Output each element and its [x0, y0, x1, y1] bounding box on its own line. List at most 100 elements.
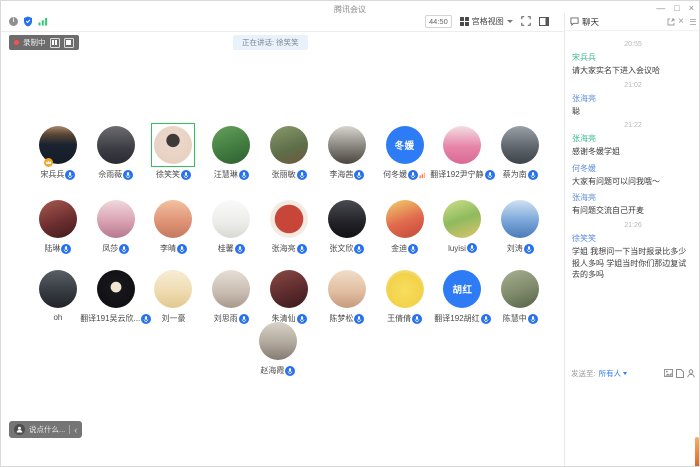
send-to-label: 发送至:	[571, 368, 596, 379]
fullscreen-icon[interactable]	[521, 16, 531, 26]
participant-tile[interactable]: 冬媛何冬媛	[376, 123, 434, 180]
chat-message-text: 有问题交流自己开麦	[572, 205, 694, 217]
mic-icon	[123, 170, 133, 180]
avatar-frame	[383, 267, 427, 311]
participant-tile[interactable]: 陈梦松	[318, 267, 376, 324]
participant-tile[interactable]: luyisi	[434, 197, 492, 254]
chat-message: 徐笑笑学姐 我想问一下当时报录比多少 报人多吗 学姐当时你们那边复试去的多吗	[572, 233, 694, 281]
participant-avatar	[97, 270, 135, 308]
participant-tile[interactable]: 凤莎	[87, 197, 145, 254]
chat-input-area[interactable]	[565, 382, 700, 467]
avatar-frame	[36, 197, 80, 241]
divider	[69, 425, 70, 434]
participant-row: 宋兵兵佘雨薇徐笑笑 汪慧琳张丽敏李海茜 冬媛何冬媛翻译192尹宁静蔡为南	[29, 123, 550, 180]
grid-view-icon	[460, 17, 469, 26]
chat-header: 聊天 ×	[565, 13, 700, 31]
participant-name: 何冬媛	[383, 169, 407, 180]
participant-avatar	[328, 270, 366, 308]
quick-chat-placeholder[interactable]: 说点什么...	[29, 424, 65, 435]
participant-tile[interactable]: 蔡为南	[491, 123, 549, 180]
chat-message-list[interactable]: 20:55宋兵兵请大家实名下进入会议哈21:02张海亮聪21:22张海亮感谢冬媛…	[565, 33, 700, 363]
menu-icon[interactable]	[690, 19, 696, 25]
participant-row: 陆琳凤莎李晴桂馨 张海亮张文欣金迪 luyisi 刘涛	[29, 197, 550, 254]
participant-tile[interactable]: 张海亮	[260, 197, 318, 254]
mention-person-icon[interactable]	[687, 369, 695, 378]
participant-avatar	[212, 270, 250, 308]
mic-icon	[119, 244, 129, 254]
chat-message-text: 学姐 我想问一下当时报录比多少 报人多吗 学姐当时你们那边复试去的多吗	[572, 246, 694, 281]
participant-avatar	[270, 200, 308, 238]
avatar-frame	[151, 123, 195, 167]
participant-tile[interactable]: oh	[29, 267, 87, 324]
chat-message-text: 聪	[572, 106, 694, 118]
view-mode-select[interactable]: 宫格视图	[460, 16, 513, 27]
send-to-select[interactable]: 所有人	[599, 368, 628, 379]
chat-timestamp: 21:22	[572, 122, 694, 129]
participant-name: 徐笑笑	[156, 169, 180, 180]
participant-tile[interactable]: 徐笑笑	[145, 123, 203, 180]
participant-name: 刘涛	[507, 243, 523, 254]
participant-tile[interactable]: 佘雨薇	[87, 123, 145, 180]
participant-tile[interactable]: 刘思雨	[202, 267, 260, 324]
participant-tile[interactable]: 翻译192尹宁静	[434, 123, 492, 180]
participant-tile[interactable]: 桂馨	[202, 197, 260, 254]
participant-tile[interactable]: 翻译191吴云欣...	[87, 267, 145, 324]
mic-icon	[285, 366, 295, 376]
participant-tile[interactable]: 张文欣	[318, 197, 376, 254]
quick-chat-pill[interactable]: 说点什么... ‹	[9, 421, 82, 438]
participant-tile[interactable]: 汪慧琳	[202, 123, 260, 180]
chat-sender-name: 何冬媛	[572, 163, 694, 174]
mic-icon	[239, 170, 249, 180]
participant-name-row: 张海亮	[272, 243, 307, 254]
participant-avatar	[386, 200, 424, 238]
participant-tile[interactable]: 赵海霞	[249, 319, 307, 376]
network-signal-icon[interactable]	[38, 17, 48, 26]
chat-message-text: 大家有问题可以问我哦～	[572, 176, 694, 188]
screenshot-icon[interactable]	[664, 369, 673, 377]
chat-sender-name: 宋兵兵	[572, 52, 694, 63]
participant-name: 桂馨	[218, 243, 234, 254]
stop-recording-button[interactable]	[64, 38, 74, 48]
participant-name-row: 蔡为南	[503, 169, 538, 180]
host-badge-icon	[44, 158, 53, 167]
participant-tile[interactable]: 胡红翻译192胡红	[434, 267, 492, 324]
user-avatar-icon	[14, 424, 25, 435]
participant-avatar	[501, 200, 539, 238]
window-title: 腾讯会议	[334, 4, 366, 15]
participant-tile[interactable]: 宋兵兵	[29, 123, 87, 180]
recording-dot-icon	[14, 40, 19, 45]
avatar-frame	[325, 267, 369, 311]
side-panel-icon[interactable]	[539, 17, 549, 26]
avatar-frame	[151, 267, 195, 311]
chat-footer: 发送至: 所有人	[565, 365, 700, 381]
info-icon[interactable]: i	[9, 17, 18, 26]
participant-tile[interactable]: 陈慧中	[491, 267, 549, 324]
avatar-frame	[325, 123, 369, 167]
participant-name-row: 何冬媛	[383, 169, 426, 180]
participant-tile[interactable]: 李海茜	[318, 123, 376, 180]
collapse-arrow-icon[interactable]: ‹	[74, 425, 77, 435]
chat-close-icon[interactable]: ×	[678, 17, 684, 27]
participant-name-row: 李海茜	[329, 169, 364, 180]
participant-tile[interactable]: 王倩倩	[376, 267, 434, 324]
avatar-frame	[256, 319, 300, 363]
avatar-frame	[36, 267, 80, 311]
pause-recording-button[interactable]	[50, 38, 60, 48]
file-icon[interactable]	[676, 369, 684, 378]
participant-name: luyisi	[448, 244, 466, 253]
popout-icon[interactable]	[667, 18, 675, 26]
participant-tile[interactable]: 李晴	[145, 197, 203, 254]
meeting-toolbar: 44:50 宫格视图	[425, 13, 549, 29]
participant-tile[interactable]: 金迪	[376, 197, 434, 254]
participant-tile[interactable]: 朱清仙	[260, 267, 318, 324]
participant-tile[interactable]: 张丽敏	[260, 123, 318, 180]
chat-message-text: 感谢冬媛学姐	[572, 146, 694, 158]
meeting-window: 腾讯会议 — □ × i 44:50 宫格视图	[0, 0, 700, 467]
participant-name: 李海茜	[329, 169, 353, 180]
participant-tile[interactable]: 刘一豪	[145, 267, 203, 324]
participant-name-row: 翻译192尹宁静	[430, 169, 494, 180]
mic-icon	[408, 244, 418, 254]
participant-tile[interactable]: 刘涛	[491, 197, 549, 254]
shield-icon[interactable]	[23, 16, 33, 27]
participant-tile[interactable]: 陆琳	[29, 197, 87, 254]
